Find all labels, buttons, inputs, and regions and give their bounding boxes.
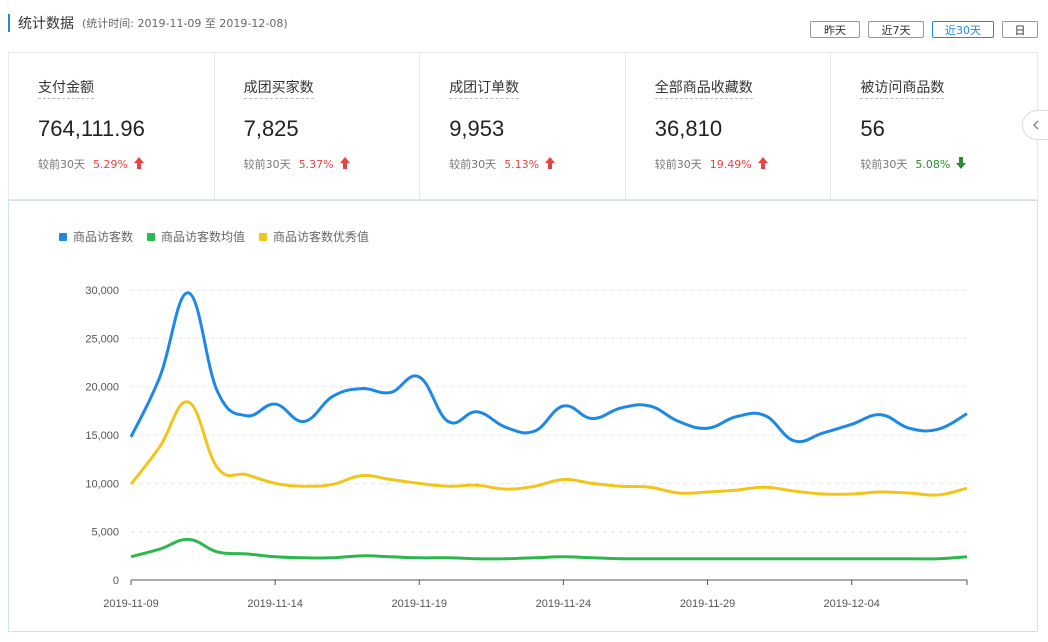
- stat-change: 5.37%: [298, 157, 334, 171]
- x-tick-label: 2019-11-14: [247, 598, 302, 610]
- time-range-selector: 昨天 近7天 近30天 日: [810, 21, 1038, 38]
- arrow-up-icon: [133, 156, 144, 172]
- stat-change: 5.29%: [93, 157, 128, 171]
- stat-comparison: 较前30天 5.13%: [449, 156, 625, 172]
- range-button-7-days[interactable]: 近7天: [868, 21, 924, 38]
- range-button-30-days[interactable]: 近30天: [932, 21, 994, 38]
- stat-change: 5.13%: [504, 157, 540, 171]
- arrow-up-icon: [757, 156, 768, 172]
- stat-comparison: 较前30天 5.29%: [38, 156, 214, 172]
- x-tick-label: 2019-11-24: [536, 598, 591, 610]
- stat-compare-label: 较前30天: [38, 158, 85, 171]
- x-tick-label: 2019-11-09: [103, 598, 158, 610]
- y-tick-label: 0: [113, 575, 119, 587]
- chart-panel: 商品访客数 商品访客数均值 商品访客数优秀值 0 5,000 10,000 15,00…: [8, 200, 1038, 632]
- y-tick-label: 20,000: [85, 382, 119, 394]
- chevron-left-icon: [1031, 116, 1041, 135]
- series-line-0: [129, 291, 968, 444]
- series-line-1: [130, 537, 968, 561]
- y-tick-label: 10,000: [85, 478, 119, 490]
- stats-cards: 支付金额 764,111.96 较前30天 5.29% 成团买家数 7,825 …: [8, 52, 1038, 200]
- x-tick-label: 2019-11-29: [680, 598, 735, 610]
- stat-label: 被访问商品数: [860, 77, 945, 99]
- collapse-panel-button[interactable]: [1022, 110, 1048, 140]
- stat-label: 支付金额: [38, 77, 94, 99]
- stat-comparison: 较前30天 19.49%: [655, 156, 831, 172]
- stat-label: 全部商品收藏数: [654, 77, 753, 99]
- line-chart: 0 5,000 10,000 15,000 20,000 25,000 30,000 2019…: [85, 285, 968, 610]
- range-button-yesterday[interactable]: 昨天: [810, 21, 860, 38]
- arrow-up-icon: [339, 156, 350, 172]
- y-tick-label: 25,000: [85, 333, 119, 345]
- y-tick-label: 30,000: [85, 285, 119, 297]
- y-tick-label: 15,000: [85, 430, 119, 442]
- stat-card-payment-amount[interactable]: 支付金额 764,111.96 较前30天 5.29%: [9, 53, 215, 199]
- stat-comparison: 较前30天 5.37%: [244, 156, 420, 172]
- stat-comparison: 较前30天 5.08%: [860, 156, 1037, 172]
- stat-change: 19.49%: [709, 157, 752, 171]
- section-header: 统计数据 (统计时间: 2019-11-09 至 2019-12-08): [8, 12, 288, 34]
- stat-label: 成团买家数: [243, 77, 314, 99]
- x-tick-label: 2019-12-04: [824, 598, 880, 610]
- y-tick-label: 5,000: [91, 527, 119, 539]
- page-title: 统计数据: [18, 16, 74, 32]
- arrow-up-icon: [545, 156, 556, 172]
- stat-value: 764,111.96: [38, 116, 145, 141]
- header-accent-bar: [8, 14, 10, 32]
- stat-value: 36,810: [654, 116, 723, 141]
- x-tick-label: 2019-11-19: [392, 598, 447, 610]
- stat-card-visited-products[interactable]: 被访问商品数 56 较前30天 5.08%: [831, 53, 1037, 199]
- stat-card-product-favorites[interactable]: 全部商品收藏数 36,810 较前30天 19.49%: [626, 53, 832, 199]
- arrow-down-icon: [956, 156, 967, 172]
- range-button-day[interactable]: 日: [1002, 21, 1038, 38]
- stat-value: 56: [860, 116, 885, 141]
- stat-card-group-buyers[interactable]: 成团买家数 7,825 较前30天 5.37%: [215, 53, 421, 199]
- stat-value: 9,953: [449, 116, 505, 141]
- stat-label: 成团订单数: [449, 77, 520, 99]
- stat-card-group-orders[interactable]: 成团订单数 9,953 较前30天 5.13%: [420, 53, 626, 199]
- stat-compare-label: 较前30天: [449, 158, 497, 171]
- stat-compare-label: 较前30天: [860, 158, 908, 171]
- stat-compare-label: 较前30天: [654, 158, 702, 171]
- stat-value: 7,825: [243, 116, 299, 141]
- stat-change: 5.08%: [915, 157, 951, 171]
- stat-compare-label: 较前30天: [243, 158, 291, 171]
- date-range-text: (统计时间: 2019-11-09 至 2019-12-08): [82, 17, 288, 30]
